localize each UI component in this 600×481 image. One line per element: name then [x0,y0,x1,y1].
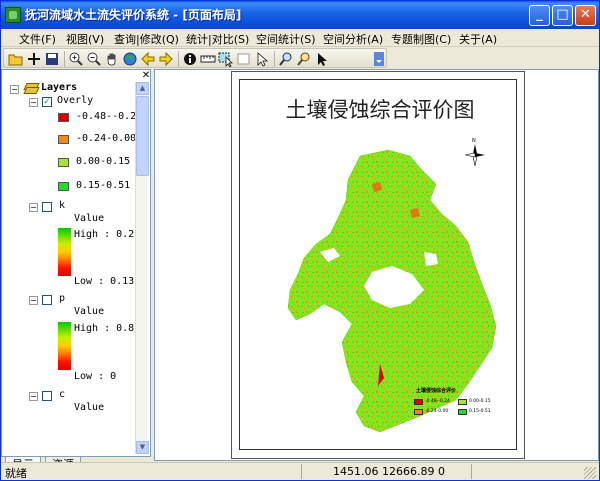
toolbar-separator [64,51,65,67]
menu-statistics[interactable]: 统计|对比(S) [186,31,249,47]
menu-spatial-analysis[interactable]: 空间分析(A) [323,31,383,47]
status-text: 就绪 [5,467,27,480]
layers-root-label: Layers [41,82,78,93]
toc-scrollbar[interactable]: ▲ ▼ [135,82,149,454]
menu-thematic-mapping[interactable]: 专题制图(C) [391,31,451,47]
window-title: 抚河流域水土流失评价系统 - [页面布局] [25,8,242,22]
measure-icon[interactable] [200,51,216,67]
select-elements-icon[interactable] [314,51,330,67]
layout-page: 土壤侵蚀综合评价图 N 土壤侵蚀综合评价 -0.48--0.24 0.00-0.… [231,71,525,459]
legend-swatch [458,409,467,415]
overly-class-swatch [58,113,69,122]
layer-p-name: p [59,293,66,304]
title-bar[interactable]: 抚河流域水土流失评价系统 - [页面布局] _ □ ✕ [1,1,599,29]
legend-swatch [414,409,423,415]
layers-icon [24,83,38,94]
layer-c-collapse-icon[interactable]: − [29,392,38,401]
layers-collapse-icon[interactable]: − [10,85,19,94]
table-of-contents: ✕ − Layers − ✓ Overly -0.48--0.24 -0.24-… [1,69,151,457]
toolbar-options-icon[interactable] [374,51,384,67]
layer-overly-collapse-icon[interactable]: − [29,98,38,107]
page-frame: 土壤侵蚀综合评价图 N 土壤侵蚀综合评价 -0.48--0.24 0.00-0.… [239,79,517,450]
status-separator [301,464,302,479]
layer-overly-name: Overly [57,95,94,106]
save-icon[interactable] [44,51,60,67]
app-window: 抚河流域水土流失评价系统 - [页面布局] _ □ ✕ 文件(F) 视图(V) … [0,0,600,481]
find-route-icon[interactable] [296,51,312,67]
legend-swatch [414,399,423,405]
layer-c-value-label: Value [74,402,105,413]
overly-class-label: 0.00-0.15 [76,156,131,167]
back-icon[interactable] [140,51,156,67]
legend-swatch [458,399,467,405]
select-features-icon[interactable] [218,51,234,68]
menu-file[interactable]: 文件(F) [19,31,56,47]
layer-p-collapse-icon[interactable]: − [29,296,38,305]
find-icon[interactable] [278,51,294,67]
layer-k-color-ramp [58,228,71,276]
overly-class-label: -0.24-0.00 [76,133,137,144]
menu-bar: 文件(F) 视图(V) 查询|修改(Q) 统计|对比(S) 空间统计(S) 空间… [1,29,599,47]
layer-p-high-label: High : 0.85 [74,323,141,334]
minimize-button[interactable]: _ [529,5,550,26]
overly-class-label: 0.15-0.51 [76,180,131,191]
overly-class-swatch [58,135,69,144]
layer-p-checkbox[interactable] [42,295,52,305]
layer-p-low-label: Low : 0 [74,371,117,382]
legend-label: -0.48--0.24 [425,399,450,404]
legend-label: 0.15-0.51 [469,409,491,414]
scroll-thumb[interactable] [136,96,149,176]
legend-label: -0.24-0.00 [425,409,449,414]
layer-k-name: k [59,200,66,211]
open-icon[interactable] [8,51,24,67]
toolbar-separator [274,51,275,67]
legend-label: 0.00-0.15 [469,399,491,404]
status-coordinates: 1451.06 12666.89 0 [333,465,445,478]
layer-c-name: c [59,389,66,400]
legend-title: 土壤侵蚀综合评价 [416,388,457,394]
layer-c-checkbox[interactable] [42,391,52,401]
identify-icon[interactable] [182,51,198,67]
overly-class-swatch [58,158,69,167]
toolbar-strip [3,48,387,68]
zoom-in-icon[interactable] [68,51,84,67]
scroll-up-icon[interactable]: ▲ [136,82,149,95]
status-bar: 就绪 1451.06 12666.89 0 [1,462,599,480]
resize-grip-icon[interactable] [584,467,596,479]
forward-icon[interactable] [158,51,174,67]
clear-selection-icon[interactable] [236,51,252,67]
map-legend: 土壤侵蚀综合评价 -0.48--0.24 0.00-0.15 -0.24-0.0… [408,387,503,427]
layer-k-collapse-icon[interactable]: − [29,203,38,212]
pointer-icon[interactable] [254,51,270,67]
scroll-down-icon[interactable]: ▼ [136,441,149,454]
layer-p-value-label: Value [74,306,105,317]
toc-close-icon[interactable]: ✕ [141,71,151,81]
layout-view[interactable]: 土壤侵蚀综合评价图 N 土壤侵蚀综合评价 -0.48--0.24 0.00-0.… [154,69,599,461]
add-data-icon[interactable] [26,51,42,67]
maximize-button[interactable]: □ [552,5,573,26]
menu-view[interactable]: 视图(V) [66,31,104,47]
app-icon [5,7,21,23]
layer-overly-checkbox[interactable]: ✓ [42,97,52,107]
zoom-out-icon[interactable] [86,51,102,67]
layer-k-checkbox[interactable] [42,202,52,212]
toolbar-separator [178,51,179,67]
layer-k-value-label: Value [74,213,105,224]
overly-class-label: -0.48--0.24 [76,111,143,122]
toolbar [1,47,599,69]
close-button[interactable]: ✕ [575,5,596,26]
lake-area [424,252,438,266]
overly-class-swatch [58,182,69,191]
menu-query-edit[interactable]: 查询|修改(Q) [114,31,179,47]
layer-p-color-ramp [58,322,71,370]
menu-spatial-statistics[interactable]: 空间统计(S) [256,31,316,47]
menu-about[interactable]: 关于(A) [459,31,497,47]
map-title: 土壤侵蚀综合评价图 [285,98,475,122]
pan-icon[interactable] [104,51,120,67]
status-separator [471,464,472,479]
globe-icon[interactable] [122,51,138,67]
